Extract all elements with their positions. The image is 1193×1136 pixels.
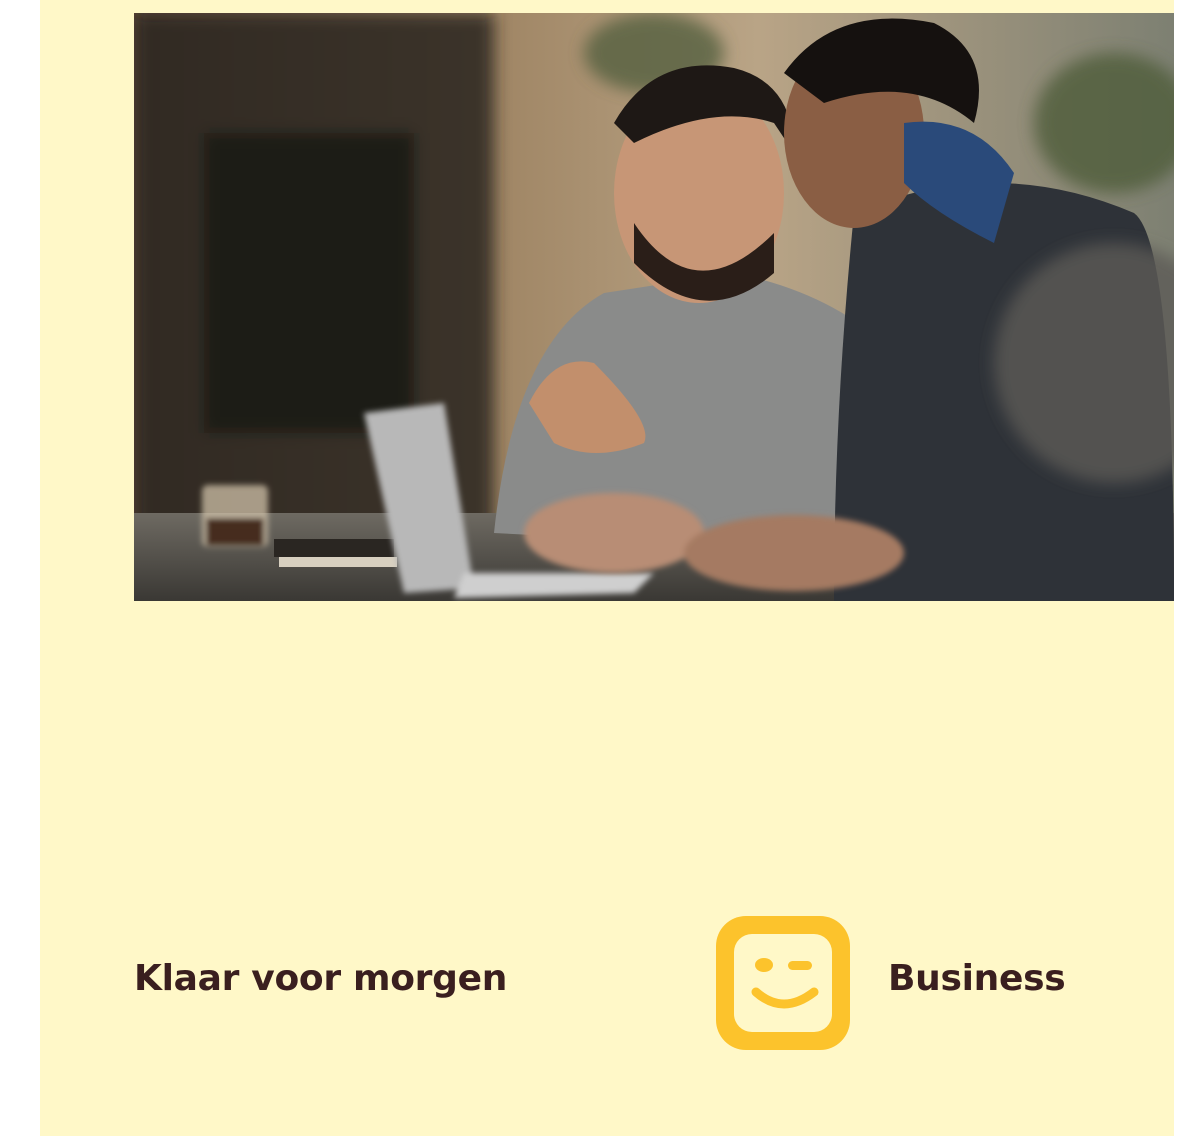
tagline: Klaar voor morgen <box>134 958 508 999</box>
brand-name: Business <box>888 958 1066 999</box>
hero-photo <box>134 13 1174 601</box>
smiley-wink-icon <box>712 912 854 1054</box>
